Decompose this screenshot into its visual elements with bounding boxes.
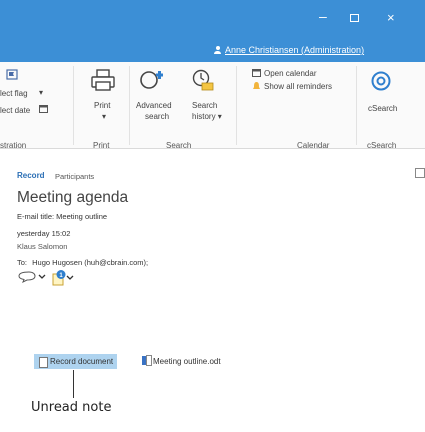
search-history-icon[interactable]: [191, 68, 215, 92]
to-label: To:: [17, 258, 28, 267]
unread-note-callout: Unread note: [31, 400, 112, 415]
show-all-reminders-button[interactable]: Show all reminders: [264, 82, 332, 91]
advanced-search-label-1[interactable]: Advanced: [136, 101, 172, 110]
select-flag-dropdown-icon[interactable]: ▾: [39, 88, 43, 97]
search-history-label-2[interactable]: history ▾: [192, 112, 222, 121]
print-group-label: Print: [93, 141, 110, 150]
attachment-label: Meeting outline.odt: [153, 357, 221, 366]
tab-record[interactable]: Record: [17, 171, 45, 180]
document-icon: [39, 357, 48, 368]
print-button-label[interactable]: Print: [94, 101, 110, 110]
administration-group-label: stration: [0, 141, 27, 150]
printer-icon[interactable]: [91, 69, 115, 91]
timestamp: yesterday 15:02: [17, 229, 71, 238]
recipients: To: Hugo Hugosen (huh@cbrain.com);: [17, 258, 148, 267]
recipient-link[interactable]: Hugo Hugosen (huh@cbrain.com);: [32, 258, 148, 267]
advanced-search-icon[interactable]: [139, 65, 169, 91]
calendar-small-icon: [39, 105, 48, 113]
documents-row: Record document Meeting outline.odt: [34, 354, 367, 369]
search-group-label: Search: [166, 141, 192, 150]
select-date-option[interactable]: lect date: [0, 106, 30, 115]
maximize-button[interactable]: [350, 14, 359, 22]
ribbon-divider: [73, 66, 74, 145]
ribbon-divider: [356, 66, 357, 145]
open-calendar-button[interactable]: Open calendar: [264, 69, 316, 78]
calendar-group-label: Calendar: [297, 141, 330, 150]
reminder-bell-icon: [253, 82, 260, 89]
open-calendar-icon: [252, 69, 261, 77]
csearch-group-label: cSearch: [367, 141, 397, 150]
odt-file-icon: [142, 355, 152, 366]
close-button[interactable]: ×: [387, 11, 395, 24]
page-title: Meeting agenda: [17, 189, 129, 206]
csearch-icon[interactable]: [370, 70, 392, 92]
title-bar: ‒ × Anne Christiansen (Administration): [0, 0, 425, 62]
advanced-search-label-2[interactable]: search: [145, 112, 169, 121]
author: Klaus Salomon: [17, 242, 68, 251]
record-document-item[interactable]: Record document: [34, 354, 118, 369]
attachment-item[interactable]: Meeting outline.odt: [142, 354, 221, 369]
email-title: E-mail title: Meeting outline: [17, 212, 108, 221]
ribbon-divider: [236, 66, 237, 145]
tab-participants[interactable]: Participants: [55, 172, 94, 181]
select-flag-option[interactable]: lect flag: [0, 89, 28, 98]
search-history-label-1[interactable]: Search: [192, 101, 217, 110]
minimize-button[interactable]: ‒: [319, 9, 327, 23]
current-user: Anne Christiansen (Administration): [214, 45, 364, 55]
csearch-button-label[interactable]: cSearch: [368, 104, 397, 113]
note-icon[interactable]: 1: [51, 268, 99, 288]
callout-pointer: [73, 370, 74, 398]
expand-icon[interactable]: [415, 168, 425, 178]
flag-icon[interactable]: [6, 69, 18, 80]
record-document-label: Record document: [50, 357, 114, 366]
user-icon: [214, 46, 221, 54]
user-name-link[interactable]: Anne Christiansen (Administration): [225, 45, 364, 55]
ribbon-divider: [129, 66, 130, 145]
comment-icon[interactable]: [17, 270, 47, 284]
print-dropdown-icon[interactable]: ▾: [102, 112, 106, 121]
